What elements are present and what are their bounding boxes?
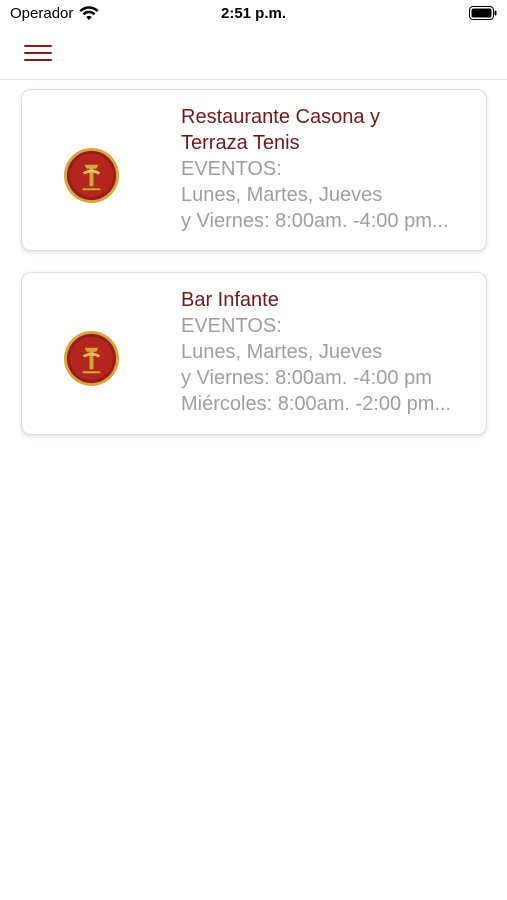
status-time: 2:51 p.m. [220, 5, 287, 22]
events-label: EVENTOS: [181, 315, 282, 337]
venue-title: Bar Infante [181, 289, 279, 311]
venue-info: Bar Infante EVENTOS: Lunes, Martes, Juev… [181, 287, 476, 417]
menu-line [24, 45, 52, 47]
restaurant-logo-icon [63, 147, 120, 204]
status-bar: Operador 2:51 p.m. [0, 0, 507, 28]
venue-list: Restaurante Casona y Terraza Tenis EVENT… [21, 89, 487, 456]
menu-line [24, 52, 52, 54]
events-label: EVENTOS: [181, 158, 282, 180]
venue-title: Restaurante Casona y [181, 106, 381, 128]
app-screen: Operador 2:51 p.m. Restaurante Casona y … [0, 0, 507, 900]
schedule-line: Lunes, Martes, Jueves [181, 184, 383, 206]
venue-card-bar-infante[interactable]: Bar Infante EVENTOS: Lunes, Martes, Juev… [21, 272, 487, 435]
restaurant-logo-icon [63, 330, 120, 387]
schedule-line: y Viernes: 8:00am. -4:00 pm [181, 367, 432, 389]
battery-icon [469, 6, 497, 20]
venue-title: Terraza Tenis [181, 132, 300, 154]
navigation-bar [0, 28, 507, 80]
menu-line [24, 59, 52, 61]
hamburger-menu-icon[interactable] [24, 43, 54, 63]
venue-info: Restaurante Casona y Terraza Tenis EVENT… [181, 104, 476, 234]
schedule-line: Miércoles: 8:00am. -2:00 pm... [181, 393, 452, 415]
venue-card-casona[interactable]: Restaurante Casona y Terraza Tenis EVENT… [21, 89, 487, 251]
schedule-line: y Viernes: 8:00am. -4:00 pm... [181, 210, 449, 232]
schedule-line: Lunes, Martes, Jueves [181, 341, 383, 363]
